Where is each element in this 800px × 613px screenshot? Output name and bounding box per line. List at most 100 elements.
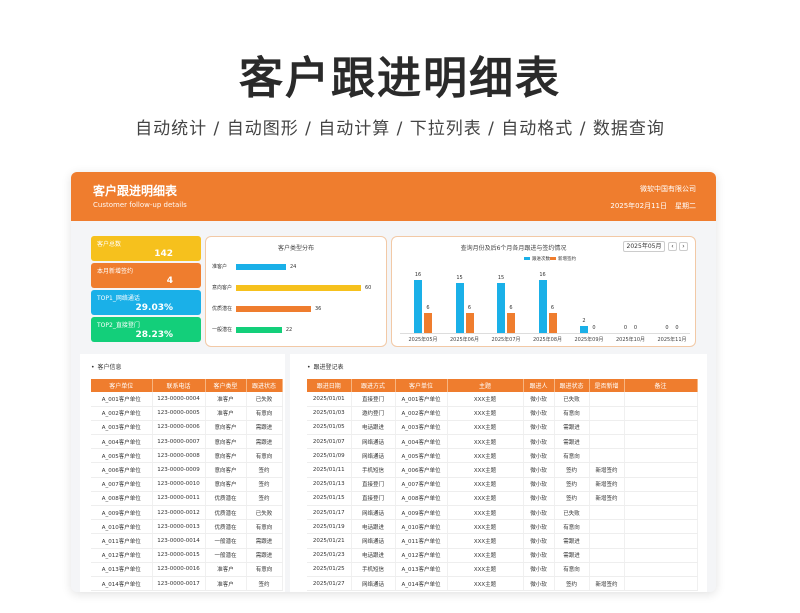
table-cell[interactable]: 有意向 <box>554 519 590 535</box>
column-header[interactable]: 客户单位 <box>91 379 153 392</box>
table-cell[interactable]: 新增签约 <box>589 462 625 478</box>
table-cell[interactable] <box>624 477 698 492</box>
table-cell[interactable]: 准客户 <box>205 406 247 421</box>
table-row[interactable]: 2025/01/19 电话跟进 A_010客户单位 XXX主题 微小软 有意向 <box>307 519 698 535</box>
table-cell[interactable]: A_014客户单位 <box>395 576 448 592</box>
table-cell[interactable]: 123-0000-0010 <box>152 477 206 492</box>
table-cell[interactable]: A_009客户单位 <box>395 505 448 521</box>
table-cell[interactable] <box>589 434 625 450</box>
table-cell[interactable]: A_010客户单位 <box>395 519 448 535</box>
table-cell[interactable]: 签约 <box>246 491 283 507</box>
table-cell[interactable]: 需跟进 <box>246 420 283 436</box>
table-row[interactable]: 2025/01/17 网络通话 A_009客户单位 XXX主题 微小软 已失败 <box>307 505 698 521</box>
table-cell[interactable]: A_011客户单位 <box>395 533 448 549</box>
table-cell[interactable] <box>589 505 625 521</box>
table-row[interactable]: 2025/01/15 直接登门 A_008客户单位 XXX主题 微小软 签约 新增签约 <box>307 491 698 507</box>
column-header[interactable]: 跟进日期 <box>307 379 352 392</box>
table-cell[interactable]: A_008客户单位 <box>395 491 448 507</box>
table-cell[interactable]: A_001客户单位 <box>91 392 153 407</box>
table-cell[interactable]: 意向客户 <box>205 477 247 492</box>
table-cell[interactable]: A_005客户单位 <box>395 448 448 464</box>
table-cell[interactable]: 意向客户 <box>205 462 247 478</box>
table-cell[interactable]: A_011客户单位 <box>91 533 153 549</box>
table-row[interactable]: A_002客户单位 123-0000-0005 准客户 有意向 <box>91 406 283 421</box>
table-cell[interactable]: 123-0000-0013 <box>152 519 206 535</box>
table-cell[interactable] <box>589 562 625 577</box>
table-cell[interactable]: A_002客户单位 <box>91 406 153 421</box>
table-cell[interactable]: 网络通话 <box>351 505 396 521</box>
table-cell[interactable]: 网络通话 <box>351 448 396 464</box>
table-cell[interactable]: 2025/01/05 <box>307 420 352 436</box>
table-cell[interactable]: 准客户 <box>205 392 247 407</box>
table-cell[interactable]: 有意向 <box>246 519 283 535</box>
table-row[interactable]: A_001客户单位 123-0000-0004 准客户 已失败 <box>91 392 283 407</box>
table-cell[interactable]: 微小软 <box>523 420 555 436</box>
table-cell[interactable]: XXX主题 <box>447 448 524 464</box>
table-cell[interactable]: XXX主题 <box>447 519 524 535</box>
table-cell[interactable]: XXX主题 <box>447 548 524 563</box>
table-row[interactable]: A_006客户单位 123-0000-0009 意向客户 签约 <box>91 462 283 478</box>
table-cell[interactable]: A_006客户单位 <box>395 462 448 478</box>
table-cell[interactable]: A_003客户单位 <box>91 420 153 436</box>
table-cell[interactable] <box>624 392 698 407</box>
table-cell[interactable]: XXX主题 <box>447 462 524 478</box>
table-cell[interactable] <box>589 548 625 563</box>
table-cell[interactable]: 签约 <box>554 462 590 478</box>
table-cell[interactable]: 签约 <box>246 477 283 492</box>
table-cell[interactable]: A_004客户单位 <box>91 434 153 450</box>
table-cell[interactable]: 需跟进 <box>554 434 590 450</box>
table-cell[interactable]: A_007客户单位 <box>91 477 153 492</box>
table-cell[interactable]: 有意向 <box>554 562 590 577</box>
table-cell[interactable]: 已失败 <box>246 505 283 521</box>
table-cell[interactable]: 微小软 <box>523 562 555 577</box>
table-cell[interactable]: 电话跟进 <box>351 519 396 535</box>
table-cell[interactable]: A_001客户单位 <box>395 392 448 407</box>
table-cell[interactable]: 网络通话 <box>351 576 396 592</box>
table-cell[interactable]: 签约 <box>554 477 590 492</box>
table-cell[interactable] <box>624 562 698 577</box>
table-cell[interactable]: 签约 <box>554 491 590 507</box>
table-cell[interactable]: 签约 <box>246 462 283 478</box>
table-cell[interactable]: 手机短信 <box>351 462 396 478</box>
table-cell[interactable]: A_005客户单位 <box>91 448 153 464</box>
column-header[interactable]: 客户单位 <box>395 379 448 392</box>
table-cell[interactable]: 微小软 <box>523 576 555 592</box>
table-cell[interactable]: 新增签约 <box>589 576 625 592</box>
table-cell[interactable]: 意向客户 <box>205 420 247 436</box>
table-cell[interactable]: 123-0000-0007 <box>152 434 206 450</box>
table-cell[interactable]: XXX主题 <box>447 533 524 549</box>
column-header[interactable]: 是否新增 <box>589 379 625 392</box>
table-row[interactable]: 2025/01/03 邀约登门 A_002客户单位 XXX主题 微小软 有意向 <box>307 406 698 421</box>
table-cell[interactable]: 123-0000-0016 <box>152 562 206 577</box>
column-header[interactable]: 客户类型 <box>205 379 247 392</box>
table-cell[interactable]: XXX主题 <box>447 562 524 577</box>
table-cell[interactable]: 2025/01/21 <box>307 533 352 549</box>
table-cell[interactable] <box>589 533 625 549</box>
table-cell[interactable]: 2025/01/01 <box>307 392 352 407</box>
table-cell[interactable]: 123-0000-0005 <box>152 406 206 421</box>
table-cell[interactable]: 有意向 <box>554 448 590 464</box>
table-cell[interactable]: A_012客户单位 <box>91 548 153 563</box>
table-cell[interactable]: 需跟进 <box>246 434 283 450</box>
table-cell[interactable]: 微小软 <box>523 548 555 563</box>
table-row[interactable]: 2025/01/07 网络通话 A_004客户单位 XXX主题 微小软 需跟进 <box>307 434 698 450</box>
table-cell[interactable]: XXX主题 <box>447 406 524 421</box>
table-cell[interactable]: A_014客户单位 <box>91 576 153 592</box>
table-cell[interactable]: 微小软 <box>523 462 555 478</box>
table-cell[interactable]: A_010客户单位 <box>91 519 153 535</box>
table-cell[interactable]: 微小软 <box>523 533 555 549</box>
table-cell[interactable]: 直接登门 <box>351 477 396 492</box>
table-cell[interactable]: 电话跟进 <box>351 548 396 563</box>
column-header[interactable]: 跟进人 <box>523 379 555 392</box>
column-header[interactable]: 跟进状态 <box>246 379 283 392</box>
table-cell[interactable]: XXX主题 <box>447 576 524 592</box>
table-cell[interactable]: 123-0000-0011 <box>152 491 206 507</box>
table-cell[interactable]: 2025/01/09 <box>307 448 352 464</box>
table-cell[interactable]: 微小软 <box>523 434 555 450</box>
table-cell[interactable] <box>589 406 625 421</box>
table-cell[interactable]: A_006客户单位 <box>91 462 153 478</box>
table-cell[interactable]: 需跟进 <box>554 533 590 549</box>
table-cell[interactable]: 需跟进 <box>246 548 283 563</box>
table-cell[interactable]: 微小软 <box>523 448 555 464</box>
table-cell[interactable] <box>624 548 698 563</box>
